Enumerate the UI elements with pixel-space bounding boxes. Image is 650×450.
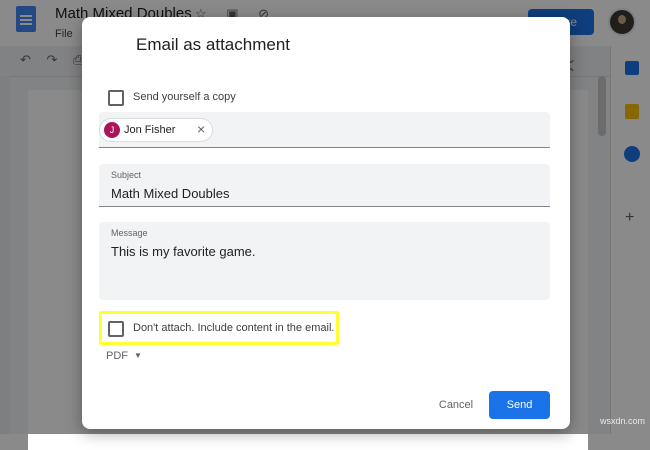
watermark: wsxdn.com — [600, 416, 646, 426]
message-label: Message — [111, 228, 148, 238]
message-value[interactable]: This is my favorite game. — [111, 244, 256, 259]
recipient-avatar: J — [104, 122, 120, 138]
format-select[interactable]: PDF — [106, 350, 128, 362]
subject-label: Subject — [111, 170, 142, 180]
dont-attach-checkbox[interactable] — [108, 321, 124, 337]
send-button[interactable]: Send — [489, 391, 550, 419]
send-copy-label: Send yourself a copy — [133, 91, 236, 103]
dialog-title: Email as attachment — [136, 35, 291, 54]
subject-value[interactable]: Math Mixed Doubles — [111, 186, 230, 201]
caret-down-icon[interactable]: ▼ — [134, 351, 142, 360]
subject-field[interactable]: Subject Math Mixed Doubles — [99, 164, 550, 207]
remove-recipient-icon[interactable]: × — [197, 121, 205, 137]
send-copy-checkbox[interactable] — [108, 90, 124, 106]
recipient-name: Jon Fisher — [124, 124, 176, 136]
message-field[interactable]: Message This is my favorite game. — [99, 222, 550, 300]
dont-attach-label: Don't attach. Include content in the ema… — [133, 322, 335, 334]
cancel-button[interactable]: Cancel — [428, 393, 484, 417]
recipient-chip[interactable]: J Jon Fisher × — [99, 118, 213, 142]
email-attachment-dialog: Email as attachment Send yourself a copy… — [82, 17, 570, 429]
